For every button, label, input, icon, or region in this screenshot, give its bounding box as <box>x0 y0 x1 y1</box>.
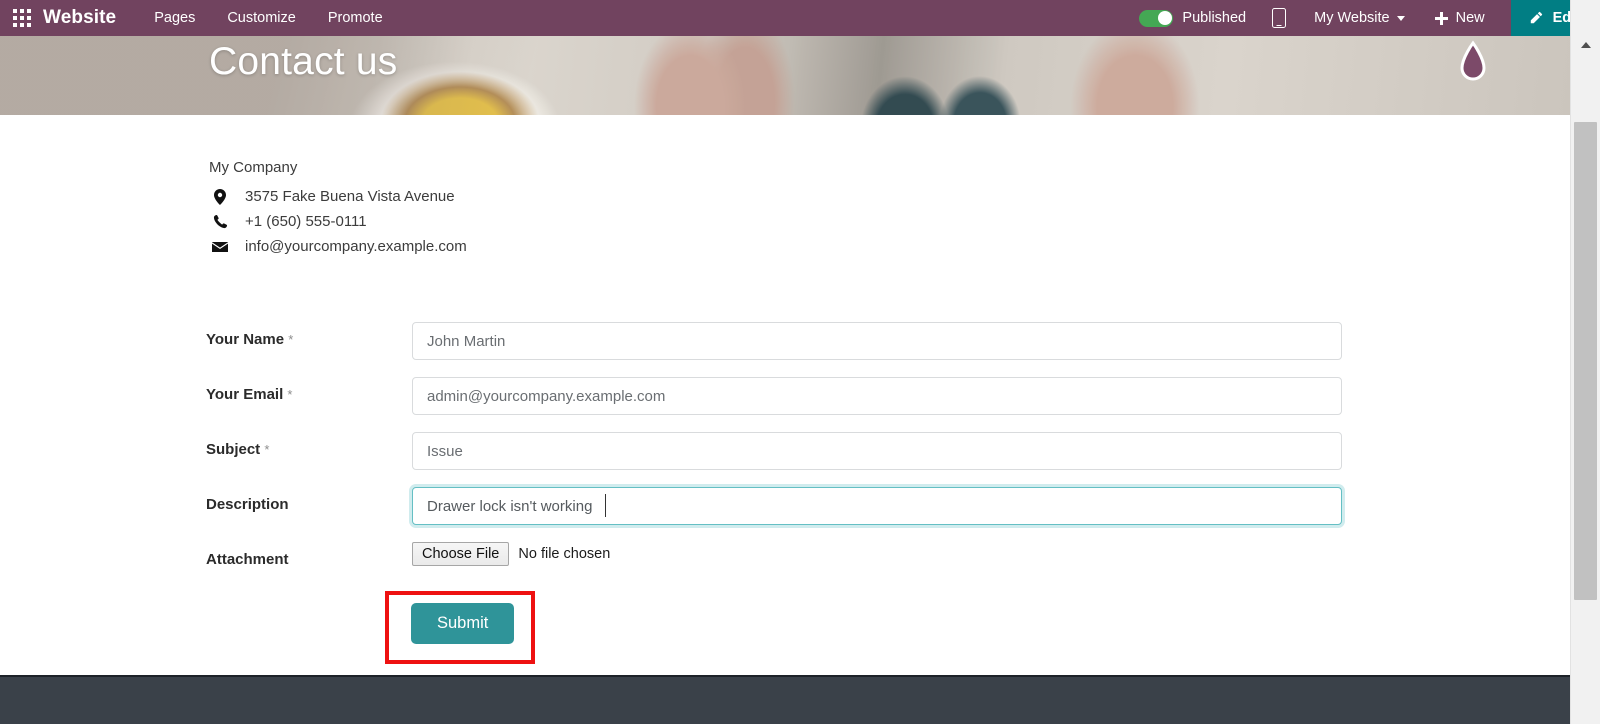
odoo-top-bar: Website Pages Customize Promote Publishe… <box>0 0 1600 36</box>
menu-item-pages[interactable]: Pages <box>154 10 195 26</box>
file-status-text: No file chosen <box>518 546 611 562</box>
label-description: Description <box>206 496 289 513</box>
label-subject: Subject * <box>206 441 270 458</box>
website-selector[interactable]: My Website <box>1314 10 1405 26</box>
published-label: Published <box>1182 10 1247 26</box>
form-row-your-email: Your Email * <box>0 377 1570 432</box>
form-row-description: Description <box>0 487 1570 542</box>
required-marker: * <box>287 387 293 402</box>
scrollbar-thumb[interactable] <box>1574 122 1597 600</box>
attachment-file-input[interactable]: Choose File No file chosen <box>412 542 610 566</box>
company-address-line: 3575 Fake Buena Vista Avenue <box>209 184 467 209</box>
vertical-scrollbar[interactable] <box>1570 0 1600 724</box>
scroll-up-button[interactable] <box>1571 36 1600 54</box>
published-toggle[interactable]: Published <box>1139 9 1247 27</box>
page-title: Contact us <box>209 40 398 83</box>
top-menu: Pages Customize Promote <box>154 10 382 26</box>
description-input[interactable] <box>412 487 1342 525</box>
company-email-line: info@yourcompany.example.com <box>209 234 467 259</box>
your-name-input[interactable] <box>412 322 1342 360</box>
website-selector-label: My Website <box>1314 10 1390 26</box>
your-email-input[interactable] <box>412 377 1342 415</box>
app-brand-website[interactable]: Website <box>43 7 116 29</box>
page-footer <box>0 675 1570 724</box>
chevron-up-icon <box>1580 42 1591 48</box>
toggle-switch-icon[interactable] <box>1139 9 1174 27</box>
label-attachment: Attachment <box>206 551 289 568</box>
company-email: info@yourcompany.example.com <box>245 238 467 255</box>
phone-icon <box>209 214 231 229</box>
text-cursor <box>605 494 606 517</box>
menu-item-promote[interactable]: Promote <box>328 10 383 26</box>
new-button-label: New <box>1455 10 1485 26</box>
top-bar-right: Published My Website New Edit <box>1139 0 1600 36</box>
page-content: My Company 3575 Fake Buena Vista Avenue … <box>0 115 1570 675</box>
chevron-down-icon <box>1396 15 1405 21</box>
company-name: My Company <box>209 159 298 176</box>
submit-area: Submit <box>0 591 1570 672</box>
apps-grid-icon[interactable] <box>13 9 31 27</box>
form-row-attachment: Attachment Choose File No file chosen <box>0 542 1570 592</box>
new-button[interactable]: New <box>1434 10 1485 26</box>
mobile-preview-icon[interactable] <box>1272 8 1287 28</box>
envelope-icon <box>209 241 231 253</box>
water-drop-logo-icon <box>1460 40 1486 81</box>
submit-button[interactable]: Submit <box>411 603 515 644</box>
company-phone: +1 (650) 555-0111 <box>245 213 367 230</box>
choose-file-button[interactable]: Choose File <box>412 542 510 566</box>
plus-icon <box>1434 11 1448 25</box>
pencil-icon <box>1530 11 1542 23</box>
company-address: 3575 Fake Buena Vista Avenue <box>245 188 455 205</box>
hero-banner: Contact us <box>0 36 1570 115</box>
label-your-email: Your Email * <box>206 386 293 403</box>
required-marker: * <box>264 442 270 457</box>
subject-input[interactable] <box>412 432 1342 470</box>
label-your-name: Your Name * <box>206 331 294 348</box>
form-row-your-name: Your Name * <box>0 322 1570 377</box>
menu-item-customize[interactable]: Customize <box>227 10 296 26</box>
required-marker: * <box>288 332 294 347</box>
contact-form: Your Name * Your Email * Subject * Descr… <box>0 322 1570 672</box>
map-pin-icon <box>209 188 231 205</box>
form-row-subject: Subject * <box>0 432 1570 487</box>
company-contact-block: My Company 3575 Fake Buena Vista Avenue … <box>209 159 467 259</box>
company-phone-line: +1 (650) 555-0111 <box>209 209 467 234</box>
